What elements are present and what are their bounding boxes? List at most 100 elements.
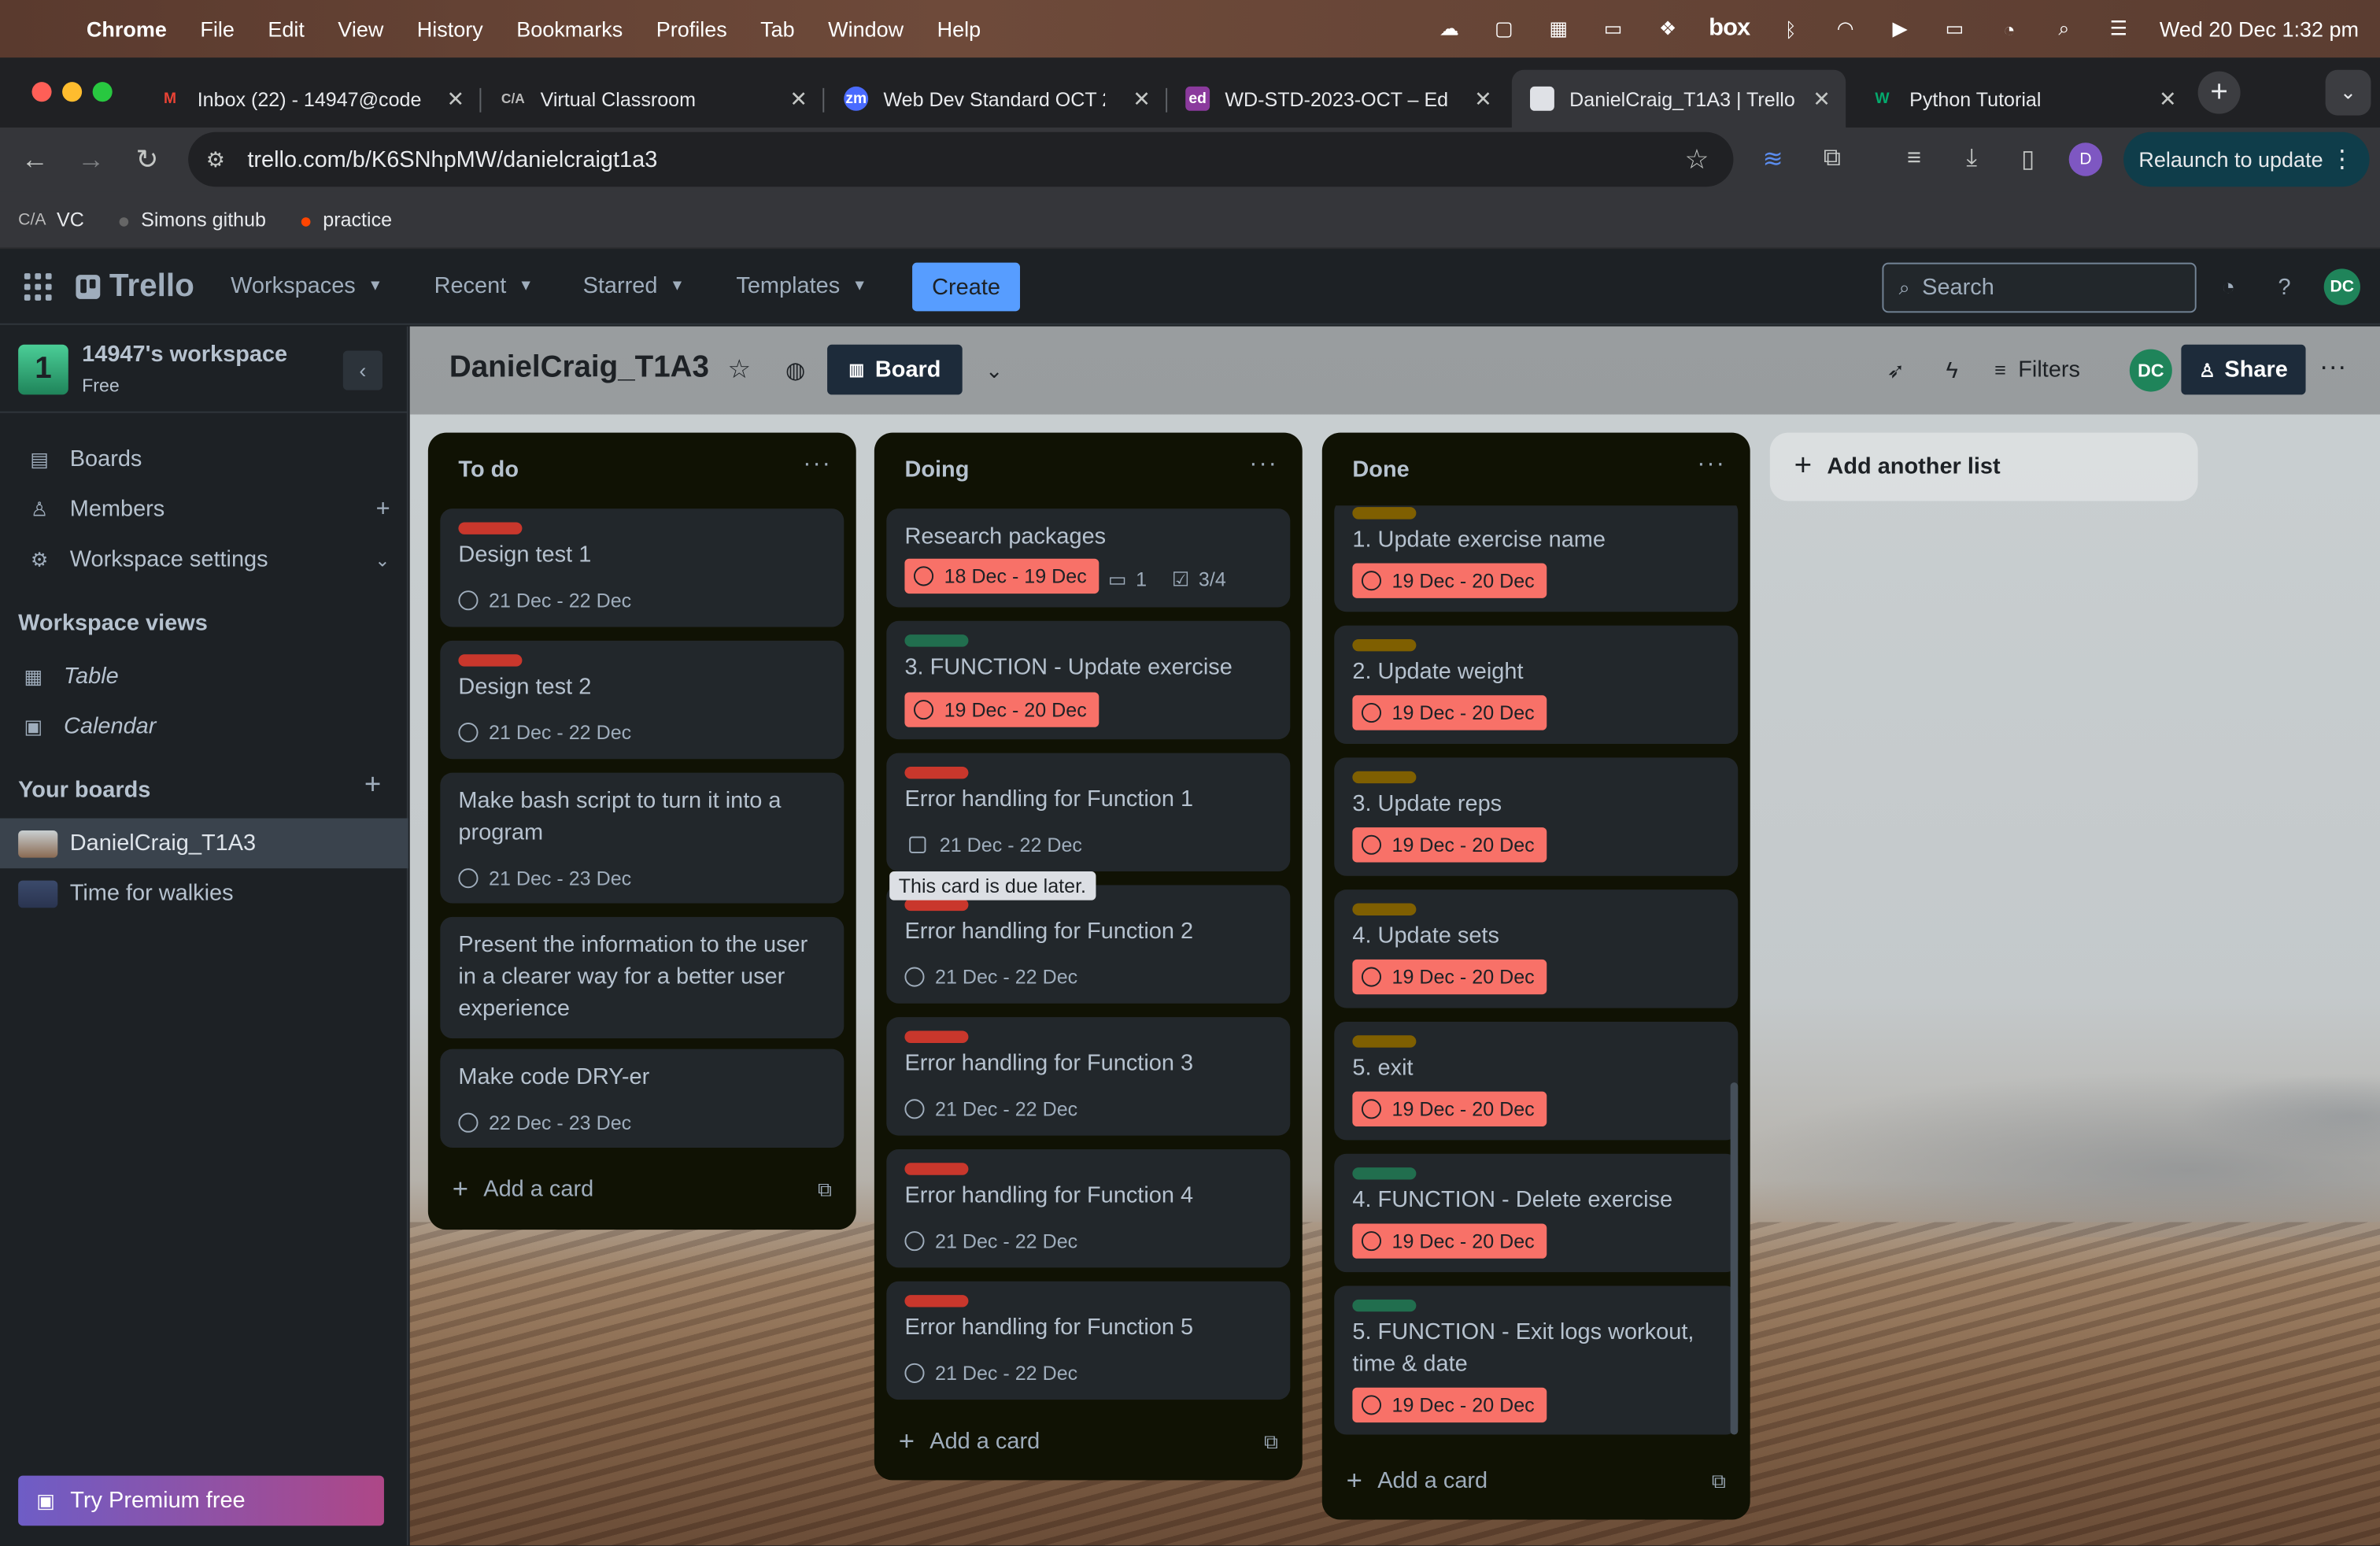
card-dates-overdue[interactable]: 19 Dec - 20 Dec	[1352, 827, 1547, 863]
sidebar-item-table[interactable]: ▦ Table	[0, 651, 408, 701]
menu-bookmarks[interactable]: Bookmarks	[516, 17, 623, 41]
add-card-button[interactable]: + Add a card	[453, 1174, 593, 1206]
card-dates-overdue[interactable]: 19 Dec - 20 Dec	[1352, 563, 1547, 598]
menu-file[interactable]: File	[200, 17, 235, 41]
card[interactable]: 4. Update sets 19 Dec - 20 Dec	[1334, 890, 1739, 1008]
card-template-icon[interactable]: ⧉	[1712, 1470, 1726, 1494]
play-icon[interactable]: ▶	[1887, 17, 1914, 39]
card[interactable]: Error handling for Function 3 21 Dec - 2…	[886, 1017, 1291, 1136]
templates-menu[interactable]: Templates ▼	[736, 273, 867, 299]
tab-search-button[interactable]: ⌄	[2325, 69, 2371, 116]
card[interactable]: Make bash script to turn it into a progr…	[440, 772, 844, 904]
sidebar-board-time-for-walkies[interactable]: Time for walkies	[0, 868, 408, 919]
sidebar-board-danielcraig[interactable]: DanielCraig_T1A3	[0, 818, 408, 869]
workspace-badge[interactable]: 1	[18, 344, 68, 395]
card[interactable]: 3. Update reps 19 Dec - 20 Dec	[1334, 757, 1739, 876]
card[interactable]: Present the information to the user in a…	[440, 916, 844, 1039]
side-panel-icon[interactable]: ▯	[2011, 142, 2044, 176]
card[interactable]: Error handling for Function 2 21 Dec - 2…	[886, 885, 1291, 1004]
menu-app-name[interactable]: Chrome	[87, 17, 167, 41]
label-yellow[interactable]	[1352, 638, 1417, 652]
sidebar-item-calendar[interactable]: ▣ Calendar	[0, 701, 408, 752]
list-cards-scroll[interactable]: 1. Update exercise name 19 Dec - 20 Dec …	[1322, 505, 1750, 1437]
board-title[interactable]: DanielCraig_T1A3	[449, 351, 709, 386]
help-icon[interactable]: ?	[2269, 272, 2300, 302]
bluetooth-icon[interactable]: ᛒ	[1777, 17, 1805, 40]
card[interactable]: Research packages 18 Dec - 19 Dec ▭ 1 ☑ 3/…	[886, 509, 1291, 608]
address-bar[interactable]: ⚙ trello.com/b/K6SNhpMW/danielcraigt1a3 …	[188, 131, 1734, 187]
card[interactable]: Error handling for Function 1 21 Dec - 2…	[886, 753, 1291, 872]
due-checkbox-icon[interactable]	[909, 836, 926, 853]
minimize-window-button[interactable]	[62, 82, 83, 102]
label-red[interactable]	[458, 654, 523, 667]
notifications-icon[interactable]: ◔	[2213, 272, 2244, 302]
menu-edit[interactable]: Edit	[268, 17, 305, 41]
list-menu-icon[interactable]: ···	[1697, 451, 1726, 479]
automation-bolt-icon[interactable]: ϟ	[1935, 353, 1968, 386]
bookmark-vc[interactable]: C/A VC	[18, 208, 84, 231]
label-green[interactable]	[1352, 1299, 1417, 1312]
board-menu-icon[interactable]: ···	[2319, 351, 2347, 383]
filters-button[interactable]: ≡ Filters	[1994, 357, 2080, 383]
card[interactable]: Error handling for Function 4 21 Dec - 2…	[886, 1148, 1291, 1268]
maximize-window-button[interactable]	[92, 82, 113, 102]
spotlight-icon[interactable]: ⌕	[2050, 17, 2078, 39]
label-yellow[interactable]	[1352, 1035, 1417, 1048]
label-red[interactable]	[458, 522, 523, 534]
close-tab-icon[interactable]: ✕	[447, 86, 465, 112]
label-yellow[interactable]	[1352, 507, 1417, 520]
card[interactable]: Error handling for Function 5 21 Dec - 2…	[886, 1281, 1291, 1400]
card-dates-overdue[interactable]: 19 Dec - 20 Dec	[1352, 695, 1547, 730]
chevron-down-icon[interactable]: ⌄	[375, 549, 390, 570]
extensions-puzzle-icon[interactable]: ⧉	[1816, 142, 1849, 176]
close-tab-icon[interactable]: ✕	[2159, 86, 2177, 112]
try-premium-button[interactable]: ▣ Try Premium free	[18, 1475, 384, 1526]
wifi-icon[interactable]: ◔	[1996, 17, 2023, 40]
tab-python-tutorial[interactable]: W Python Tutorial ✕	[1852, 70, 2192, 128]
menu-history[interactable]: History	[417, 17, 483, 41]
trello-logo[interactable]: Trello	[76, 268, 194, 305]
tab-gmail[interactable]: M Inbox (22) - 14947@code ✕	[139, 70, 479, 128]
tab-trello[interactable]: DanielCraig_T1A3 | Trello ✕	[1511, 69, 1846, 128]
tab-virtual-classroom[interactable]: C/A Virtual Classroom ✕	[482, 70, 822, 128]
bookmark-star-icon[interactable]: ☆	[1684, 143, 1709, 176]
card[interactable]: 5. exit 19 Dec - 20 Dec	[1334, 1021, 1739, 1141]
forward-icon[interactable]: →	[72, 139, 111, 179]
bookmark-practice[interactable]: ● practice	[299, 207, 392, 231]
card[interactable]: 5. FUNCTION - Exit logs workout, time & …	[1334, 1285, 1739, 1435]
menu-clock[interactable]: Wed 20 Dec 1:32 pm	[2160, 17, 2359, 41]
card-template-icon[interactable]: ⧉	[818, 1178, 832, 1203]
visibility-globe-icon[interactable]: ◍	[778, 353, 811, 386]
reload-icon[interactable]: ↻	[128, 139, 167, 179]
list-scrollbar[interactable]	[1730, 1082, 1739, 1435]
add-member-icon[interactable]: +	[376, 496, 390, 523]
chevron-down-icon[interactable]: ⌄	[978, 353, 1011, 386]
close-tab-icon[interactable]: ✕	[1813, 86, 1831, 112]
profile-avatar[interactable]: D	[2068, 142, 2103, 176]
board-view-button[interactable]: ▥ Board	[827, 344, 963, 395]
collapse-sidebar-button[interactable]: ‹	[342, 350, 383, 390]
relaunch-button[interactable]: Relaunch to update ⋮	[2123, 131, 2370, 187]
add-card-button[interactable]: + Add a card	[899, 1426, 1040, 1458]
close-window-button[interactable]	[31, 82, 52, 102]
list-menu-icon[interactable]: ···	[1249, 451, 1278, 479]
add-another-list-button[interactable]: + Add another list	[1769, 432, 2198, 501]
card-dates-overdue[interactable]: 19 Dec - 20 Dec	[1352, 1223, 1547, 1259]
menu-profiles[interactable]: Profiles	[656, 17, 727, 41]
add-card-button[interactable]: + Add a card	[1347, 1465, 1488, 1497]
list-menu-icon[interactable]: ···	[803, 451, 832, 479]
workspaces-menu[interactable]: Workspaces ▼	[231, 273, 382, 299]
share-button[interactable]: ♙ Share	[2181, 344, 2306, 395]
label-green[interactable]	[1352, 1167, 1417, 1180]
label-red[interactable]	[904, 1163, 969, 1175]
label-red[interactable]	[904, 1030, 969, 1043]
list-title[interactable]: To do	[458, 457, 519, 483]
label-red[interactable]	[904, 1295, 969, 1307]
control-center-icon[interactable]: ☰	[2105, 17, 2132, 39]
url-text[interactable]: trello.com/b/K6SNhpMW/danielcraigt1a3	[247, 146, 657, 172]
label-yellow[interactable]	[1352, 771, 1417, 784]
layout-icon[interactable]: ▦	[1545, 17, 1572, 39]
headphones-icon[interactable]: ◠	[1831, 17, 1859, 39]
record-icon[interactable]: ▢	[1490, 17, 1517, 39]
back-icon[interactable]: ←	[15, 139, 54, 179]
